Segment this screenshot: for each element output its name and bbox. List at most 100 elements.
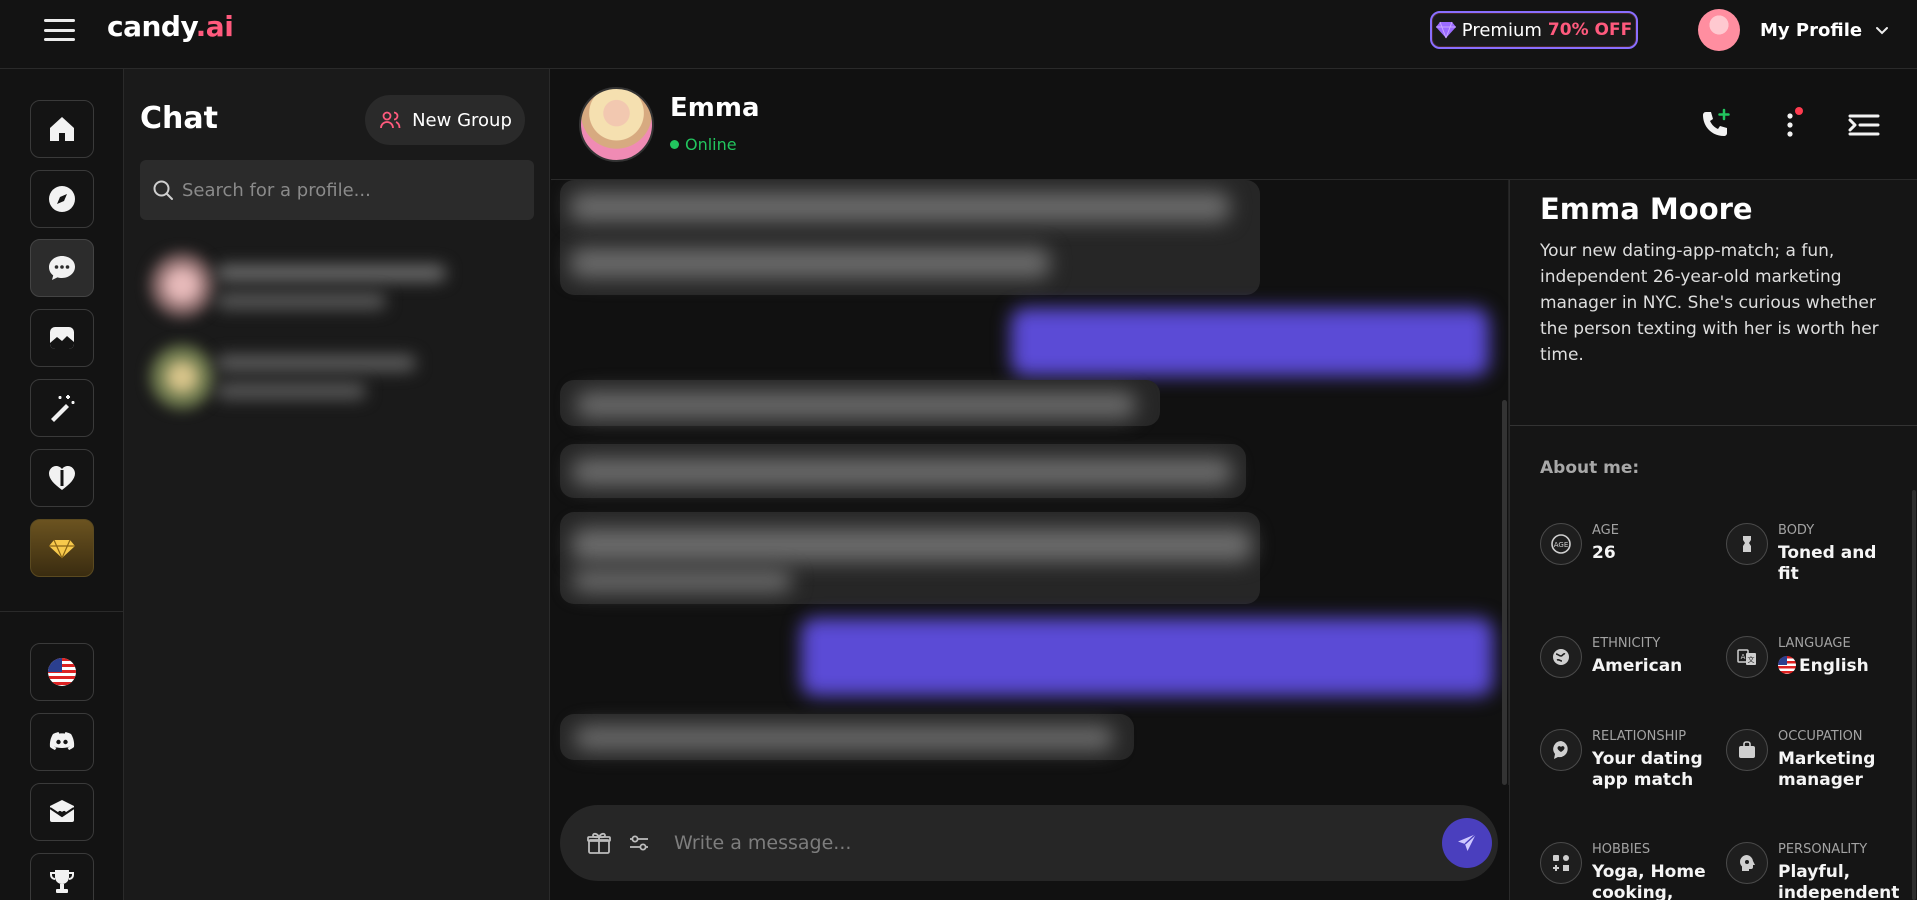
rail-home-button[interactable] [30,100,94,158]
compass-icon [49,186,75,212]
message-composer [560,805,1498,881]
us-flag-icon [1778,656,1796,674]
attribute-value-language: English [1778,656,1898,677]
sliders-icon[interactable] [626,830,652,856]
incoming-message [560,180,1260,295]
envelope-heart-icon [49,800,75,822]
attribute-label: PERSONALITY [1778,842,1868,857]
attribute-label: OCCUPATION [1778,729,1863,744]
diamond-icon [49,539,75,559]
call-button[interactable] [1696,105,1736,145]
premium-discount: 70% OFF [1547,20,1633,40]
group-icon [380,111,401,129]
contact-avatar [150,253,214,317]
attribute-value: Playful, independent [1778,862,1900,900]
online-status: Online [670,135,737,154]
search-icon [153,180,173,200]
hamburger-menu-icon[interactable] [44,19,75,41]
language-icon: A文 [1726,636,1768,678]
age-icon: AGE [1540,523,1582,565]
rail-premium-button[interactable] [30,519,94,577]
panel-scrollbar[interactable] [1912,490,1916,900]
outgoing-message [801,618,1493,696]
svg-text:AGE: AGE [1554,541,1569,549]
ethnicity-icon [1540,636,1582,678]
profile-menu[interactable]: My Profile [1698,9,1890,51]
discord-icon [49,732,75,750]
relationship-icon [1540,729,1582,771]
panel-divider [1510,425,1917,426]
incoming-message [560,512,1260,604]
about-me-label: About me: [1540,458,1640,478]
profile-full-name: Emma Moore [1540,192,1753,226]
status-label: Online [685,135,737,154]
user-avatar [1698,9,1740,51]
top-bar: candy.ai Premium 70% OFF My Profile [0,0,1917,69]
logo-suffix: .ai [195,10,234,43]
kebab-menu-icon [1787,107,1803,137]
rail-affiliate-button[interactable] [30,783,94,841]
us-flag-icon [48,658,76,686]
attribute-label: HOBBIES [1592,842,1651,857]
contact-name-blur [216,355,416,371]
message-thread[interactable] [551,180,1509,785]
gem-icon [1435,21,1456,39]
premium-label: Premium [1461,19,1542,41]
contact-preview-blur [216,383,366,399]
companion-avatar[interactable] [579,87,654,162]
message-scrollbar[interactable] [1502,400,1507,785]
rail-divider [0,611,124,612]
attribute-label: BODY [1778,523,1815,538]
rail-generate-button[interactable] [30,379,94,437]
attribute-value: Toned and fit [1778,543,1877,584]
profile-label: My Profile [1760,19,1863,41]
attribute-label: RELATIONSHIP [1592,729,1687,744]
profile-panel: Emma Moore Your new dating-app-match; a … [1509,180,1917,900]
rail-language-button[interactable] [30,643,94,701]
gift-icon[interactable] [586,830,612,856]
rail-leaderboard-button[interactable] [30,853,94,900]
send-button[interactable] [1442,818,1492,868]
attribute-label: ETHNICITY [1592,636,1661,651]
rail-companion-button[interactable] [30,449,94,507]
more-options-button[interactable] [1770,105,1810,145]
rail-chat-button[interactable] [30,239,94,297]
incoming-message [560,444,1246,498]
chat-list-item[interactable] [146,337,536,417]
chat-list-item[interactable] [146,245,536,325]
left-rail [0,69,124,900]
profile-search[interactable] [140,160,534,220]
attribute-label: AGE [1592,523,1619,538]
chat-header: Emma Online [551,69,1917,180]
attribute-value: Your dating app match [1592,749,1703,790]
attribute-value: 26 [1592,543,1616,563]
attribute-value: Yoga, Home cooking, [1592,862,1706,900]
incoming-message [560,714,1134,760]
svg-text:A: A [1741,653,1746,661]
chevron-down-icon [1876,27,1889,35]
companion-heart-icon [49,466,75,490]
rail-discord-button[interactable] [30,713,94,771]
chat-bubble-icon [49,256,75,280]
phone-plus-icon [1703,108,1730,136]
message-input[interactable] [674,832,1414,854]
hobbies-icon [1540,842,1582,884]
magic-wand-icon [51,395,75,422]
gallery-icon [50,327,74,349]
logo[interactable]: candy.ai [107,10,234,43]
online-dot [670,140,679,149]
rail-explore-button[interactable] [30,170,94,228]
incoming-message [560,380,1160,426]
svg-text:文: 文 [1748,655,1755,664]
rail-gallery-button[interactable] [30,309,94,367]
new-group-label: New Group [412,109,512,131]
chat-list-panel: Chat New Group [124,69,550,900]
premium-button[interactable]: Premium 70% OFF [1430,11,1638,49]
new-group-button[interactable]: New Group [365,95,525,145]
trophy-icon [50,870,74,893]
companion-name[interactable]: Emma [670,93,760,123]
toggle-profile-panel-button[interactable] [1844,105,1884,145]
search-input[interactable] [182,179,522,201]
body-icon [1726,523,1768,565]
home-icon [50,117,74,141]
